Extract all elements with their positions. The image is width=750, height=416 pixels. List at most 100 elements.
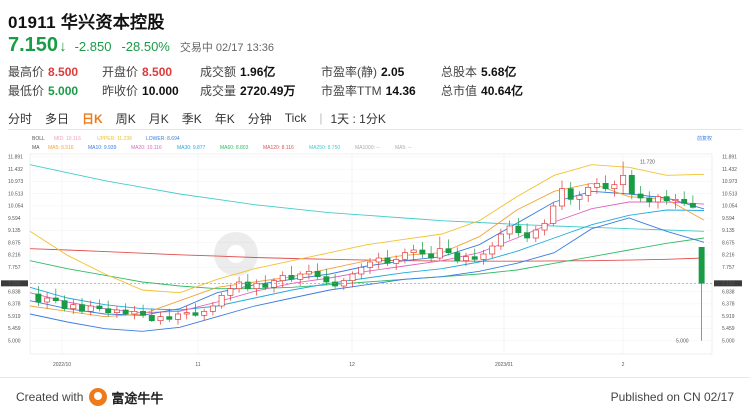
y-tick-right: 10.973	[722, 179, 738, 185]
y-tick-left: 7.757	[8, 265, 21, 271]
interval-selector[interactable]: 1天 : 1分K	[330, 110, 385, 127]
y-tick-left: 8.216	[8, 253, 21, 259]
ma-line-ma20	[29, 201, 705, 314]
legend-item: MA5: 9.516	[48, 145, 74, 151]
ma-line-ma10	[29, 190, 705, 316]
candle-body	[375, 257, 382, 263]
tab-tick[interactable]: Tick	[285, 111, 307, 125]
y-tick-right: 5.459	[722, 326, 735, 332]
candle-body	[218, 294, 225, 307]
candle-body	[567, 188, 574, 200]
candle-body	[471, 256, 478, 260]
created-with-label: Created with	[16, 390, 84, 404]
candle-body	[201, 310, 208, 316]
candle-body	[157, 316, 164, 322]
candle-body	[131, 310, 138, 315]
futu-logo-icon	[89, 388, 108, 406]
tab-daily-k[interactable]: 日K	[82, 110, 103, 127]
tab-monthly-k[interactable]: 月K	[149, 110, 169, 127]
candle-body	[393, 258, 400, 264]
candle-body	[297, 273, 304, 280]
moving-average-lines	[29, 164, 705, 332]
y-tick-right: 11.432	[722, 167, 737, 173]
candle-body	[655, 196, 661, 203]
adjust-label[interactable]: 前复权	[697, 135, 712, 142]
candle-body	[35, 293, 42, 303]
y-tick-right: 10.054	[722, 204, 738, 210]
y-tick-right: 6.838	[722, 289, 735, 295]
legend-item: MA250: 8.750	[309, 145, 340, 151]
candle-body	[628, 174, 635, 195]
tab-yearly-k[interactable]: 年K	[215, 110, 235, 127]
candle-body	[698, 246, 705, 284]
candle-body	[105, 308, 112, 314]
candle-body	[401, 252, 408, 260]
y-tick-left: 7.150	[8, 281, 21, 287]
ma-line-ma5	[29, 182, 705, 318]
stat-low: 最低价 5.000	[8, 83, 79, 99]
chart-grid	[29, 153, 713, 355]
candle-body	[70, 304, 77, 310]
tab-intraday[interactable]: 分时	[8, 110, 32, 127]
candle-body	[506, 225, 513, 235]
candle-body	[576, 194, 583, 200]
candle-body	[663, 196, 670, 202]
candle-body	[681, 198, 688, 204]
candle-body	[61, 300, 68, 310]
stats-row-1: 最高价 8.500 开盘价 8.500 成交额 1.96亿 市盈率(静) 2.05 总股…	[8, 62, 561, 81]
stats-panel: 最高价 8.500 开盘价 8.500 成交额 1.96亿 市盈率(静) 2.05 总股…	[8, 62, 561, 100]
stats-row-2: 最低价 5.000 昨收价 10.000 成交量 2720.49万 市盈率TTM 14.…	[8, 81, 561, 100]
legend-item: UPPER: 11.238	[97, 136, 132, 142]
candle-body	[602, 182, 609, 190]
tab-minute[interactable]: 分钟	[248, 110, 272, 127]
period-tabs: 分时 多日 日K 周K 月K 季K 年K 分钟 Tick | 1天 : 1分K	[8, 107, 742, 130]
y-tick-right: 9.594	[722, 216, 735, 222]
candle-body	[489, 245, 496, 255]
brand-name: 富途牛牛	[111, 390, 164, 406]
y-tick-left: 10.054	[8, 204, 24, 210]
y-tick-left: 6.378	[8, 302, 21, 308]
candle-body	[183, 312, 190, 315]
candle-body	[175, 313, 181, 320]
footer-left: Created with 富途牛牛	[16, 388, 163, 407]
x-tick-label: 2	[622, 362, 625, 368]
candle-body	[611, 184, 618, 190]
stock-header: 01911 华兴资本控股	[8, 8, 165, 33]
candle-body	[497, 233, 504, 247]
x-tick-label: 11	[195, 362, 200, 368]
candle-body	[314, 270, 321, 278]
y-tick-left: 5.459	[8, 326, 21, 332]
candle-body	[166, 316, 173, 320]
tab-multi-day[interactable]: 多日	[45, 110, 69, 127]
stat-market-cap: 总市值 40.64亿	[441, 84, 524, 98]
candle-body	[209, 305, 216, 312]
candle-body	[148, 314, 155, 322]
price-change-percent: -28.50%	[121, 39, 170, 54]
candle-body	[44, 297, 51, 303]
candle-body	[288, 274, 295, 280]
published-date: Published on CN 02/17	[610, 390, 734, 404]
plot-frame	[29, 153, 713, 355]
candle-body	[305, 270, 312, 275]
stat-volume: 成交量 2720.49万	[200, 84, 296, 98]
candle-body	[541, 222, 548, 231]
legend-item: BOLL	[32, 136, 45, 142]
candle-body	[349, 273, 356, 282]
tab-weekly-k[interactable]: 周K	[116, 110, 136, 127]
candle-body	[559, 188, 565, 207]
legend-item: MA10: 9.939	[88, 145, 117, 151]
kline-chart[interactable]: BOLL MID: 10.116 UPPER: 11.238 LOWER: 8.694…	[0, 132, 750, 374]
candle-body	[192, 312, 199, 316]
legend-item: MID: 10.116	[54, 136, 81, 142]
candle-body	[79, 304, 85, 312]
stat-high: 最高价 8.500	[8, 64, 79, 80]
y-tick-left: 10.513	[8, 191, 24, 197]
tab-quarterly-k[interactable]: 季K	[182, 110, 202, 127]
y-tick-right: 11.891	[722, 155, 737, 161]
legend-item: MA	[32, 145, 40, 151]
candlesticks: 11.720 5.000	[30, 159, 712, 345]
legend-item: MA5: --	[395, 145, 412, 151]
x-tick-label: 2023/01	[495, 362, 513, 368]
y-tick-right: 8.675	[722, 240, 735, 246]
candle-body	[279, 274, 286, 282]
